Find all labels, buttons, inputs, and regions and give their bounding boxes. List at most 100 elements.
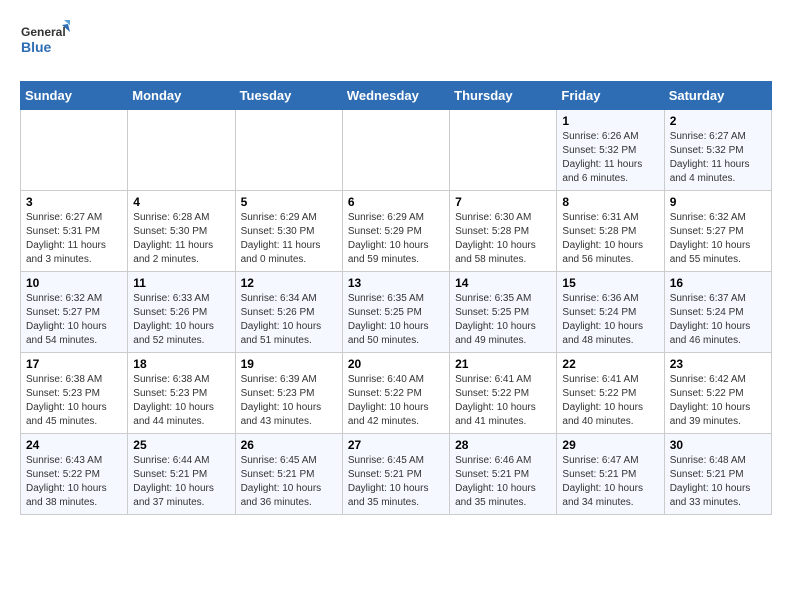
day-number: 6 xyxy=(348,195,444,209)
day-info: Sunrise: 6:45 AM Sunset: 5:21 PM Dayligh… xyxy=(348,454,444,510)
calendar-cell: 15 Sunrise: 6:36 AM Sunset: 5:24 PM Dayli… xyxy=(557,272,664,353)
day-info: Sunrise: 6:35 AM Sunset: 5:25 PM Dayligh… xyxy=(455,292,551,348)
day-info: Sunrise: 6:47 AM Sunset: 5:21 PM Dayligh… xyxy=(562,454,658,510)
day-info: Sunrise: 6:30 AM Sunset: 5:28 PM Dayligh… xyxy=(455,211,551,267)
day-info: Sunrise: 6:41 AM Sunset: 5:22 PM Dayligh… xyxy=(455,373,551,429)
calendar-cell: 26 Sunrise: 6:45 AM Sunset: 5:21 PM Dayli… xyxy=(235,434,342,515)
day-info: Sunrise: 6:37 AM Sunset: 5:24 PM Dayligh… xyxy=(670,292,766,348)
calendar-cell: 1 Sunrise: 6:26 AM Sunset: 5:32 PM Daylig… xyxy=(557,110,664,191)
calendar-cell: 27Sunrise: 6:45 AM Sunset: 5:21 PM Dayli… xyxy=(342,434,449,515)
calendar-cell: 14 Sunrise: 6:35 AM Sunset: 5:25 PM Dayli… xyxy=(450,272,557,353)
day-info: Sunrise: 6:38 AM Sunset: 5:23 PM Dayligh… xyxy=(26,373,122,429)
day-info: Sunrise: 6:29 AM Sunset: 5:29 PM Dayligh… xyxy=(348,211,444,267)
day-info: Sunrise: 6:29 AM Sunset: 5:30 PM Dayligh… xyxy=(241,211,337,267)
day-number: 11 xyxy=(133,276,229,290)
calendar-table: SundayMondayTuesdayWednesdayThursdayFrid… xyxy=(20,81,772,515)
calendar-week-row: 3 Sunrise: 6:27 AM Sunset: 5:31 PM Daylig… xyxy=(21,191,772,272)
day-number: 7 xyxy=(455,195,551,209)
day-number: 23 xyxy=(670,357,766,371)
day-info: Sunrise: 6:32 AM Sunset: 5:27 PM Dayligh… xyxy=(670,211,766,267)
day-info: Sunrise: 6:38 AM Sunset: 5:23 PM Dayligh… xyxy=(133,373,229,429)
day-info: Sunrise: 6:34 AM Sunset: 5:26 PM Dayligh… xyxy=(241,292,337,348)
calendar-cell xyxy=(128,110,235,191)
calendar-cell: 17Sunrise: 6:38 AM Sunset: 5:23 PM Dayli… xyxy=(21,353,128,434)
calendar-cell: 11 Sunrise: 6:33 AM Sunset: 5:26 PM Dayli… xyxy=(128,272,235,353)
day-info: Sunrise: 6:26 AM Sunset: 5:32 PM Dayligh… xyxy=(562,130,658,186)
logo: General Blue xyxy=(20,20,70,65)
day-number: 29 xyxy=(562,438,658,452)
day-number: 3 xyxy=(26,195,122,209)
day-info: Sunrise: 6:43 AM Sunset: 5:22 PM Dayligh… xyxy=(26,454,122,510)
weekday-header-thursday: Thursday xyxy=(450,82,557,110)
weekday-header-saturday: Saturday xyxy=(664,82,771,110)
calendar-cell: 18 Sunrise: 6:38 AM Sunset: 5:23 PM Dayli… xyxy=(128,353,235,434)
day-number: 14 xyxy=(455,276,551,290)
day-info: Sunrise: 6:41 AM Sunset: 5:22 PM Dayligh… xyxy=(562,373,658,429)
day-number: 28 xyxy=(455,438,551,452)
calendar-cell xyxy=(450,110,557,191)
weekday-header-wednesday: Wednesday xyxy=(342,82,449,110)
calendar-cell: 16Sunrise: 6:37 AM Sunset: 5:24 PM Dayli… xyxy=(664,272,771,353)
calendar-cell: 5Sunrise: 6:29 AM Sunset: 5:30 PM Daylig… xyxy=(235,191,342,272)
calendar-cell xyxy=(21,110,128,191)
calendar-cell: 24 Sunrise: 6:43 AM Sunset: 5:22 PM Dayli… xyxy=(21,434,128,515)
calendar-cell: 8 Sunrise: 6:31 AM Sunset: 5:28 PM Daylig… xyxy=(557,191,664,272)
day-number: 9 xyxy=(670,195,766,209)
day-info: Sunrise: 6:32 AM Sunset: 5:27 PM Dayligh… xyxy=(26,292,122,348)
day-info: Sunrise: 6:48 AM Sunset: 5:21 PM Dayligh… xyxy=(670,454,766,510)
day-info: Sunrise: 6:39 AM Sunset: 5:23 PM Dayligh… xyxy=(241,373,337,429)
day-number: 24 xyxy=(26,438,122,452)
calendar-cell: 19 Sunrise: 6:39 AM Sunset: 5:23 PM Dayli… xyxy=(235,353,342,434)
calendar-week-row: 17Sunrise: 6:38 AM Sunset: 5:23 PM Dayli… xyxy=(21,353,772,434)
day-number: 22 xyxy=(562,357,658,371)
day-info: Sunrise: 6:27 AM Sunset: 5:32 PM Dayligh… xyxy=(670,130,766,186)
calendar-cell: 3 Sunrise: 6:27 AM Sunset: 5:31 PM Daylig… xyxy=(21,191,128,272)
day-number: 10 xyxy=(26,276,122,290)
day-number: 18 xyxy=(133,357,229,371)
day-info: Sunrise: 6:31 AM Sunset: 5:28 PM Dayligh… xyxy=(562,211,658,267)
calendar-cell: 2 Sunrise: 6:27 AM Sunset: 5:32 PM Daylig… xyxy=(664,110,771,191)
header: General Blue xyxy=(20,20,772,65)
day-number: 20 xyxy=(348,357,444,371)
day-info: Sunrise: 6:36 AM Sunset: 5:24 PM Dayligh… xyxy=(562,292,658,348)
calendar-cell: 12 Sunrise: 6:34 AM Sunset: 5:26 PM Dayli… xyxy=(235,272,342,353)
calendar-cell xyxy=(342,110,449,191)
calendar-cell: 4 Sunrise: 6:28 AM Sunset: 5:30 PM Daylig… xyxy=(128,191,235,272)
day-number: 30 xyxy=(670,438,766,452)
day-number: 15 xyxy=(562,276,658,290)
day-info: Sunrise: 6:35 AM Sunset: 5:25 PM Dayligh… xyxy=(348,292,444,348)
day-number: 26 xyxy=(241,438,337,452)
calendar-cell: 21 Sunrise: 6:41 AM Sunset: 5:22 PM Dayli… xyxy=(450,353,557,434)
logo-icon: General Blue xyxy=(20,20,70,65)
calendar-cell: 7 Sunrise: 6:30 AM Sunset: 5:28 PM Daylig… xyxy=(450,191,557,272)
weekday-header-friday: Friday xyxy=(557,82,664,110)
day-info: Sunrise: 6:33 AM Sunset: 5:26 PM Dayligh… xyxy=(133,292,229,348)
day-number: 1 xyxy=(562,114,658,128)
calendar-cell xyxy=(235,110,342,191)
calendar-cell: 6 Sunrise: 6:29 AM Sunset: 5:29 PM Daylig… xyxy=(342,191,449,272)
day-number: 25 xyxy=(133,438,229,452)
weekday-header-monday: Monday xyxy=(128,82,235,110)
svg-text:Blue: Blue xyxy=(21,39,52,55)
day-number: 21 xyxy=(455,357,551,371)
calendar-cell: 20 Sunrise: 6:40 AM Sunset: 5:22 PM Dayli… xyxy=(342,353,449,434)
day-number: 8 xyxy=(562,195,658,209)
day-info: Sunrise: 6:27 AM Sunset: 5:31 PM Dayligh… xyxy=(26,211,122,267)
calendar-cell: 22 Sunrise: 6:41 AM Sunset: 5:22 PM Dayli… xyxy=(557,353,664,434)
calendar-cell: 13 Sunrise: 6:35 AM Sunset: 5:25 PM Dayli… xyxy=(342,272,449,353)
day-number: 2 xyxy=(670,114,766,128)
day-number: 4 xyxy=(133,195,229,209)
calendar-cell: 10 Sunrise: 6:32 AM Sunset: 5:27 PM Dayli… xyxy=(21,272,128,353)
calendar-cell: 29 Sunrise: 6:47 AM Sunset: 5:21 PM Dayli… xyxy=(557,434,664,515)
day-info: Sunrise: 6:40 AM Sunset: 5:22 PM Dayligh… xyxy=(348,373,444,429)
weekday-header-tuesday: Tuesday xyxy=(235,82,342,110)
day-info: Sunrise: 6:45 AM Sunset: 5:21 PM Dayligh… xyxy=(241,454,337,510)
calendar-week-row: 10 Sunrise: 6:32 AM Sunset: 5:27 PM Dayli… xyxy=(21,272,772,353)
day-info: Sunrise: 6:28 AM Sunset: 5:30 PM Dayligh… xyxy=(133,211,229,267)
calendar-cell: 28Sunrise: 6:46 AM Sunset: 5:21 PM Dayli… xyxy=(450,434,557,515)
day-number: 19 xyxy=(241,357,337,371)
calendar-week-row: 1 Sunrise: 6:26 AM Sunset: 5:32 PM Daylig… xyxy=(21,110,772,191)
day-number: 13 xyxy=(348,276,444,290)
day-number: 12 xyxy=(241,276,337,290)
weekday-header-sunday: Sunday xyxy=(21,82,128,110)
